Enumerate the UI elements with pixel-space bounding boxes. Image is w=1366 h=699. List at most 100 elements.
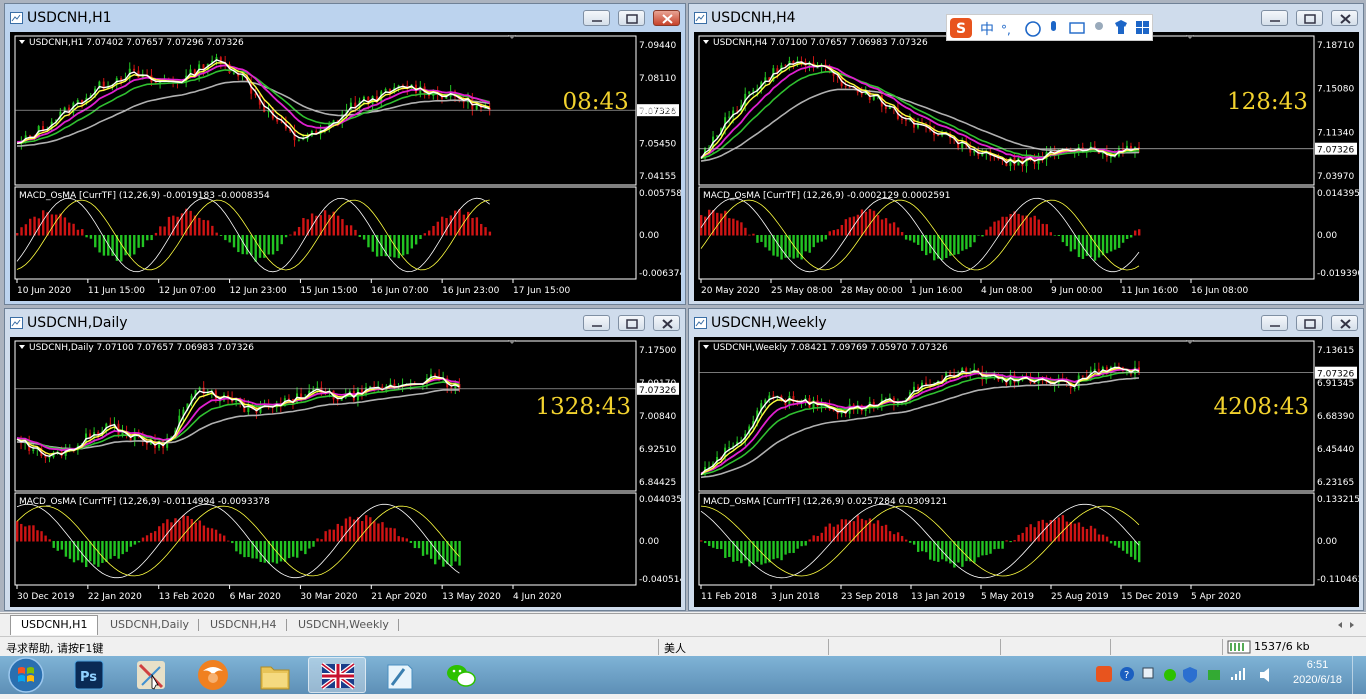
macd-bar xyxy=(1113,235,1117,250)
macd-bar xyxy=(844,519,848,542)
tab-scroll-arrows[interactable] xyxy=(1330,619,1360,631)
tab-usdcnh-h4[interactable]: USDCNH,H4 xyxy=(200,616,286,634)
macd-bar xyxy=(32,525,35,542)
macd-bar xyxy=(397,536,400,542)
macd-bar xyxy=(848,520,852,542)
macd-bar xyxy=(312,541,315,547)
candle-body xyxy=(29,135,32,137)
macd-bar xyxy=(50,214,54,236)
macd-bar xyxy=(20,523,23,542)
time-tick-label: 1 Jun 16:00 xyxy=(911,286,963,296)
tab-usdcnh-daily[interactable]: USDCNH,Daily xyxy=(100,616,199,634)
chart-window-weekly[interactable]: USDCNH,Weekly 7.07326 7.13615 6.91345 6.6839… xyxy=(688,308,1364,611)
close-button[interactable] xyxy=(1331,10,1358,26)
chart-window-daily[interactable]: USDCNH,Daily 7.07326 7.17500 7.09170 7.00840… xyxy=(4,308,686,611)
macd-bar xyxy=(113,541,116,557)
ma-magenta-line xyxy=(16,64,490,143)
symbol-ohlc-line: USDCNH,Weekly 7.08421 7.09769 7.05970 7.… xyxy=(713,343,948,353)
macd-bar xyxy=(1053,235,1057,236)
chart-area[interactable]: 7.07326 7.09440 7.08110 7.06780 7.05450 7.041… xyxy=(10,32,681,301)
macd-bar xyxy=(149,532,153,542)
minimize-button[interactable] xyxy=(583,10,610,26)
macd-bar xyxy=(284,235,288,238)
macd-bar xyxy=(748,234,751,236)
ime-toolbar[interactable]: S 中 °, xyxy=(946,14,1153,41)
symbol-ohlc-line: USDCNH,H4 7.07100 7.07657 7.06983 7.0732… xyxy=(713,38,928,48)
macd-bar xyxy=(475,217,479,236)
macd-bar xyxy=(937,541,940,562)
chart-area[interactable]: 7.07326 7.18710 7.15080 7.11340 7.03970 USDCN… xyxy=(694,32,1359,301)
price-tick-label: 6.92510 xyxy=(639,445,676,455)
macd-bar xyxy=(1021,215,1024,236)
minimize-button[interactable] xyxy=(583,315,610,331)
macd-bar xyxy=(417,541,421,549)
tab-usdcnh-weekly[interactable]: USDCNH,Weekly xyxy=(288,616,399,634)
macd-bar xyxy=(828,231,831,236)
macd-bar xyxy=(202,219,205,236)
close-button[interactable] xyxy=(653,10,680,26)
shield-tray-icon xyxy=(1183,667,1197,683)
taskbar-wechat[interactable] xyxy=(432,657,490,693)
macd-bar xyxy=(450,541,453,566)
macd-bar xyxy=(812,535,815,542)
maximize-button[interactable] xyxy=(618,315,645,331)
macd-bar xyxy=(440,216,444,236)
candle-body xyxy=(297,139,300,141)
macd-bar xyxy=(824,235,827,240)
macd-bar xyxy=(271,541,275,563)
show-desktop-button[interactable] xyxy=(1352,656,1366,694)
chart-window-icon xyxy=(10,317,23,329)
macd-bar xyxy=(239,541,242,555)
macd-bar xyxy=(336,215,340,236)
maximize-button[interactable] xyxy=(1296,315,1323,331)
macd-bar xyxy=(280,235,283,245)
close-button[interactable] xyxy=(1331,315,1358,331)
system-tray[interactable]: ? xyxy=(1095,664,1285,686)
macd-bar xyxy=(182,515,185,542)
start-button[interactable] xyxy=(4,656,48,694)
taskbar-trading-terminal[interactable] xyxy=(308,657,366,693)
candle-body xyxy=(748,91,751,94)
taskbar-file-explorer[interactable] xyxy=(246,657,304,693)
maximize-button[interactable] xyxy=(1296,10,1323,26)
taskbar-notes-app[interactable] xyxy=(370,657,428,693)
candle-body xyxy=(76,100,79,103)
shift-marker-icon xyxy=(1186,35,1194,39)
macd-bar xyxy=(780,541,783,561)
macd-tick-label: -0.040514 xyxy=(639,575,681,585)
chart-area[interactable]: 7.07326 7.17500 7.09170 7.00840 6.92510 6.844… xyxy=(10,337,681,607)
taskbar-photoshop[interactable]: Ps xyxy=(60,657,118,693)
ma-white-line xyxy=(700,61,1140,165)
minimize-button[interactable] xyxy=(1261,315,1288,331)
tab-usdcnh-h1[interactable]: USDCNH,H1 xyxy=(10,615,99,635)
candle-body xyxy=(844,86,847,88)
macd-bar xyxy=(85,235,88,238)
taskbar-browser[interactable] xyxy=(184,657,242,693)
ime-toolbar-icons[interactable]: S 中 °, xyxy=(947,15,1154,42)
macd-bar xyxy=(250,235,253,256)
status-help-text: 寻求帮助, 请按F1键 xyxy=(6,642,104,655)
uk-flag-app-icon xyxy=(320,662,356,690)
ma-green-line xyxy=(16,69,490,145)
macd-bar xyxy=(206,220,210,236)
chart-window-h4[interactable]: USDCNH,H4 7.07326 7.18710 7.15080 7.11340 7.0… xyxy=(688,3,1364,305)
emoji-icon xyxy=(1025,21,1041,37)
minimize-icon xyxy=(592,20,602,22)
macd-bar xyxy=(389,527,392,542)
shift-marker-icon xyxy=(508,35,516,39)
chart-area[interactable]: 7.07326 7.13615 6.91345 6.68390 6.45440 6.231… xyxy=(694,337,1359,607)
macd-bar xyxy=(876,215,880,236)
clock[interactable]: 6:51 2020/6/18 xyxy=(1290,659,1345,686)
candle-body xyxy=(133,68,136,71)
close-button[interactable] xyxy=(653,315,680,331)
chart-window-h1[interactable]: USDCNH,H1 7.07326 7.09440 7.08110 7.06780 7.0… xyxy=(4,3,686,305)
macd-bar xyxy=(59,213,62,236)
macd-bar xyxy=(900,535,904,542)
macd-bar xyxy=(401,235,405,256)
maximize-button[interactable] xyxy=(618,10,645,26)
taskbar-maps-app[interactable] xyxy=(122,657,180,693)
minimize-button[interactable] xyxy=(1261,10,1288,26)
macd-bar xyxy=(141,537,145,542)
user-icon xyxy=(1095,22,1103,30)
bar-countdown-timer: 08:43 xyxy=(563,89,629,115)
